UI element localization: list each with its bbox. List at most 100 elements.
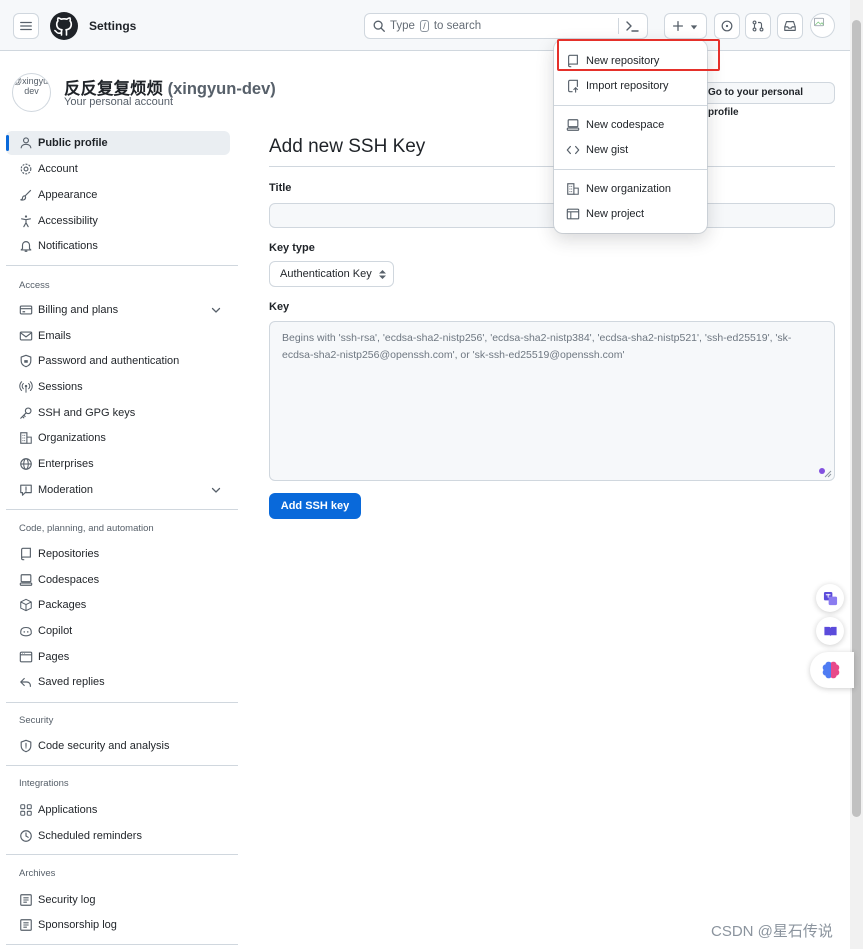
search-icon xyxy=(373,20,385,32)
accessibility-icon xyxy=(21,215,31,228)
page-title: Add new SSH Key xyxy=(269,136,426,157)
sidebar-item-codespaces[interactable]: Codespaces xyxy=(6,568,230,592)
page-scrollbar[interactable] xyxy=(850,0,863,949)
browser-icon xyxy=(19,651,33,663)
broken-image-icon xyxy=(814,17,824,27)
key-textarea[interactable]: Begins with 'ssh-rsa', 'ecdsa-sha2-nistp… xyxy=(269,321,835,481)
repo-push-icon xyxy=(568,79,578,93)
sidebar-item-packages[interactable]: Packages xyxy=(6,593,230,617)
paintbrush-icon xyxy=(20,189,32,201)
globe-icon xyxy=(20,458,32,470)
menu-item-new-gist[interactable]: New gist xyxy=(554,139,707,161)
sidebar-item-sessions[interactable]: Sessions xyxy=(6,375,230,399)
inbox-button[interactable] xyxy=(777,13,803,39)
copilot-icon xyxy=(20,626,32,637)
title-input[interactable] xyxy=(269,203,835,228)
title-divider xyxy=(269,166,835,167)
search-shortcut-key: / xyxy=(420,20,429,32)
sidebar-divider xyxy=(6,509,238,510)
gear-icon xyxy=(20,163,32,175)
reader-extension-button[interactable] xyxy=(816,617,844,645)
create-new-button[interactable] xyxy=(664,13,707,39)
sidebar-item-account[interactable]: Account xyxy=(6,157,230,181)
issues-button[interactable] xyxy=(714,13,740,39)
pull-requests-button[interactable] xyxy=(745,13,771,39)
sidebar-item-moderation[interactable]: Moderation xyxy=(6,478,230,502)
sidebar-group-code: Code, planning, and automation xyxy=(19,523,154,534)
scrollbar-thumb[interactable] xyxy=(852,20,861,817)
resize-grip-icon[interactable] xyxy=(824,470,832,478)
go-to-profile-button[interactable]: Go to your personal profile xyxy=(696,82,835,118)
sidebar-group-access: Access xyxy=(19,280,50,291)
chevron-down-icon[interactable] xyxy=(210,484,222,496)
menu-divider xyxy=(554,105,707,106)
ai-assistant-button[interactable] xyxy=(810,652,854,688)
add-ssh-key-button[interactable]: Add SSH key xyxy=(269,493,361,519)
sidebar-divider xyxy=(6,944,238,945)
menu-button[interactable] xyxy=(13,13,39,39)
organization-icon xyxy=(567,183,579,195)
sidebar-item-copilot[interactable]: Copilot xyxy=(6,619,230,643)
translate-extension-button[interactable] xyxy=(816,584,844,612)
reply-icon xyxy=(20,677,31,687)
context-title[interactable]: Settings xyxy=(89,19,136,33)
hamburger-icon xyxy=(20,21,32,31)
sidebar-group-integrations: Integrations xyxy=(19,778,69,789)
sidebar-item-billing[interactable]: Billing and plans xyxy=(6,298,230,322)
profile-subtitle: Your personal account xyxy=(64,96,174,108)
global-header: Settings Type / to search xyxy=(0,0,850,51)
credit-card-icon xyxy=(19,305,33,315)
sidebar-item-public-profile[interactable]: Public profile xyxy=(6,131,230,155)
sidebar-item-emails[interactable]: Emails xyxy=(6,324,230,348)
search-input[interactable]: Type / to search xyxy=(364,13,648,39)
package-icon xyxy=(20,598,32,612)
command-palette-icon[interactable] xyxy=(624,19,640,33)
sidebar-item-organizations[interactable]: Organizations xyxy=(6,426,230,450)
sidebar-item-security-log[interactable]: Security log xyxy=(6,888,230,912)
git-pull-request-icon xyxy=(752,20,764,32)
log-icon xyxy=(20,894,32,906)
username: (xingyun-dev) xyxy=(167,80,276,98)
menu-divider xyxy=(554,169,707,170)
sidebar-item-accessibility[interactable]: Accessibility xyxy=(6,209,230,233)
github-logo-icon[interactable] xyxy=(50,12,78,40)
search-divider xyxy=(618,18,619,34)
plus-icon xyxy=(672,20,684,32)
sidebar-divider xyxy=(6,702,238,703)
key-type-select[interactable]: Authentication Key xyxy=(269,261,394,287)
sidebar-item-pages[interactable]: Pages xyxy=(6,645,230,669)
chevron-down-icon[interactable] xyxy=(210,304,222,316)
sidebar-item-code-security[interactable]: Code security and analysis xyxy=(6,734,230,758)
sidebar-item-scheduled-reminders[interactable]: Scheduled reminders xyxy=(6,824,230,848)
log-icon xyxy=(20,919,32,931)
codespaces-icon xyxy=(566,119,580,131)
sidebar-item-notifications[interactable]: Notifications xyxy=(6,234,230,258)
sidebar-item-sponsorship-log[interactable]: Sponsorship log xyxy=(6,913,230,937)
select-arrows-icon xyxy=(379,270,386,279)
search-placeholder: Type / to search xyxy=(390,20,482,32)
user-avatar-button[interactable] xyxy=(810,13,835,38)
sidebar-item-applications[interactable]: Applications xyxy=(6,798,230,822)
broadcast-icon xyxy=(19,381,33,393)
sidebar-divider xyxy=(6,765,238,766)
sidebar-item-ssh-gpg-keys[interactable]: SSH and GPG keys xyxy=(6,401,230,425)
sidebar-item-appearance[interactable]: Appearance xyxy=(6,183,230,207)
mail-icon xyxy=(19,331,33,341)
organization-icon xyxy=(20,432,32,444)
menu-item-import-repository[interactable]: Import repository xyxy=(554,75,707,97)
sidebar-item-password-authentication[interactable]: Password and authentication xyxy=(6,349,230,373)
sidebar-group-archives: Archives xyxy=(19,868,56,879)
menu-item-new-project[interactable]: New project xyxy=(554,203,707,225)
person-icon xyxy=(20,137,32,149)
sidebar-item-repositories[interactable]: Repositories xyxy=(6,542,230,566)
repo-icon xyxy=(21,547,31,561)
key-icon xyxy=(20,407,32,419)
menu-item-new-codespace[interactable]: New codespace xyxy=(554,114,707,136)
menu-item-new-organization[interactable]: New organization xyxy=(554,178,707,200)
caret-down-icon xyxy=(690,25,698,30)
annotation-highlight-box xyxy=(557,39,720,71)
sidebar-item-saved-replies[interactable]: Saved replies xyxy=(6,670,230,694)
sidebar-item-enterprises[interactable]: Enterprises xyxy=(6,452,230,476)
issue-opened-icon xyxy=(721,20,733,32)
profile-avatar[interactable]: @xingyun-dev xyxy=(12,73,51,112)
